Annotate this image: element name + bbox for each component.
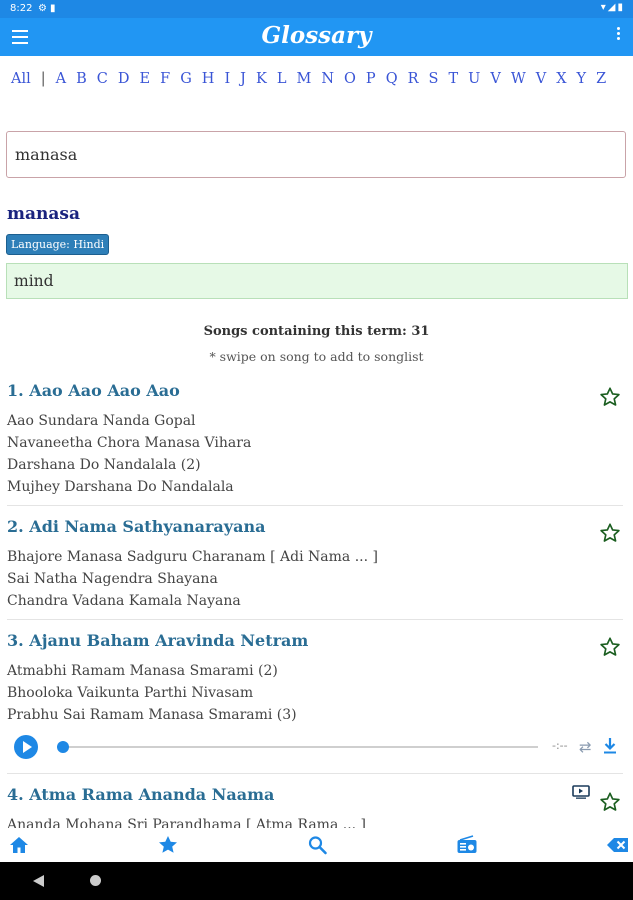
radio-icon[interactable] [456,835,478,855]
alphabet-letter-l[interactable]: L [277,63,287,95]
favorite-star-icon[interactable] [599,522,621,544]
song-line: Aao Sundara Nanda Gopal [7,413,196,429]
sd-card-icon: ▮ [49,3,59,14]
status-time: 8:22 [10,3,33,14]
alphabet-letter-m[interactable]: M [296,63,311,95]
alphabet-letter-d[interactable]: D [118,63,130,95]
download-icon[interactable] [602,737,618,755]
song-item[interactable]: 4. Atma Rama Ananda Naama Ananda Mohana … [7,785,623,828]
alphabet-letter-g[interactable]: G [180,63,192,95]
alphabet-letter-j[interactable]: J [240,63,246,95]
alphabet-letter-w[interactable]: W [511,63,526,95]
alphabet-separator: | [40,71,46,87]
alphabet-index: All | A B C D E F G H I J K L M N O P Q R S T U V W V X Y Z [6,63,630,95]
song-item[interactable]: 2. Adi Nama Sathyanarayana Bhajore Manas… [7,517,623,612]
song-lines: Atmabhi Ramam Manasa Smarami (2) Bhoolok… [7,660,623,726]
home-icon[interactable] [8,835,30,855]
alphabet-letter-a[interactable]: A [56,63,66,95]
back-icon[interactable] [33,875,44,887]
song-line: Atmabhi Ramam Manasa Smarami (2) [7,663,278,679]
term-word: manasa [7,204,80,224]
status-left-icons: ⚙▮ [38,3,58,14]
seek-thumb[interactable] [57,741,69,753]
song-item[interactable]: 1. Aao Aao Aao Aao Aao Sundara Nanda Gop… [7,381,623,498]
song-line: Chandra Vadana Kamala Nayana [7,593,241,609]
star-icon[interactable] [157,835,179,855]
status-bar: 8:22 ⚙▮ ▾◢▮ [0,0,633,18]
settings-icon: ⚙ [38,3,50,14]
favorite-star-icon[interactable] [599,386,621,408]
alphabet-letter-all[interactable]: All [11,63,31,95]
system-home-icon[interactable] [90,875,101,886]
song-line: Ananda Mohana Sri Parandhama [ Atma Rama… [7,817,367,828]
more-options-icon[interactable] [617,27,621,42]
song-line: Mujhey Darshana Do Nandalala [7,479,234,495]
song-line: Navaneetha Chora Manasa Vihara [7,435,252,451]
song-lines: Ananda Mohana Sri Parandhama [ Atma Rama… [7,814,623,828]
repeat-icon[interactable]: ⇄ [579,738,592,756]
divider [7,505,623,506]
term-meaning: mind [6,263,628,299]
alphabet-letter-c[interactable]: C [97,63,108,95]
alphabet-letter-x[interactable]: X [556,63,566,95]
video-icon[interactable] [572,785,590,799]
alphabet-letter-i[interactable]: I [224,63,230,95]
bottom-navigation [0,828,633,862]
alphabet-letter-o[interactable]: O [344,63,356,95]
wifi-icon: ▾ [600,2,608,13]
alphabet-letter-v[interactable]: V [490,63,500,95]
alphabet-letter-b[interactable]: B [76,63,87,95]
alphabet-letter-k[interactable]: K [256,63,267,95]
song-line: Bhajore Manasa Sadguru Charanam [ Adi Na… [7,549,378,565]
alphabet-letter-s[interactable]: S [429,63,439,95]
divider [7,773,623,774]
song-line: Prabhu Sai Ramam Manasa Smarami (3) [7,707,297,723]
system-navigation-bar [0,862,633,900]
song-title[interactable]: 2. Adi Nama Sathyanarayana [7,517,623,536]
song-title[interactable]: 4. Atma Rama Ananda Naama [7,785,623,804]
page-title: Glossary [261,22,372,49]
song-lines: Aao Sundara Nanda Gopal Navaneetha Chora… [7,410,623,498]
alphabet-letter-r[interactable]: R [408,63,419,95]
swipe-hint: * swipe on song to add to songlist [209,349,424,364]
play-icon[interactable] [14,735,38,759]
search-input[interactable] [6,131,626,178]
alphabet-letter-z[interactable]: Z [596,63,606,95]
song-line: Sai Natha Nagendra Shayana [7,571,218,587]
alphabet-letter-q[interactable]: Q [386,63,398,95]
alphabet-letter-n[interactable]: N [321,63,334,95]
battery-icon: ▮ [617,2,625,13]
app-bar: Glossary [0,18,633,56]
song-lines: Bhajore Manasa Sadguru Charanam [ Adi Na… [7,546,623,612]
seek-track[interactable] [62,746,538,748]
player-time: -:-- [552,739,568,752]
alphabet-letter-y[interactable]: Y [577,63,587,95]
alphabet-letter-u[interactable]: U [468,63,480,95]
search-icon[interactable] [307,835,329,855]
backspace-icon[interactable] [606,835,630,855]
favorite-star-icon[interactable] [599,636,621,658]
status-right-icons: ▾◢▮ [601,2,625,13]
divider [7,619,623,620]
song-title[interactable]: 3. Ajanu Baham Aravinda Netram [7,631,623,650]
alphabet-letter-h[interactable]: H [202,63,215,95]
song-title[interactable]: 1. Aao Aao Aao Aao [7,381,623,400]
results-count: Songs containing this term: 31 [203,324,430,339]
language-badge: Language: Hindi [6,234,110,255]
audio-player: -:-- ⇄ [14,735,622,759]
favorite-star-icon[interactable] [599,791,621,813]
alphabet-letter-v[interactable]: V [536,63,546,95]
song-line: Bhooloka Vaikunta Parthi Nivasam [7,685,254,701]
alphabet-letter-e[interactable]: E [140,63,151,95]
alphabet-letter-t[interactable]: T [448,63,458,95]
alphabet-letter-p[interactable]: P [366,63,376,95]
alphabet-letter-f[interactable]: F [160,63,170,95]
song-line: Darshana Do Nandalala (2) [7,457,201,473]
song-item[interactable]: 3. Ajanu Baham Aravinda Netram Atmabhi R… [7,631,623,726]
